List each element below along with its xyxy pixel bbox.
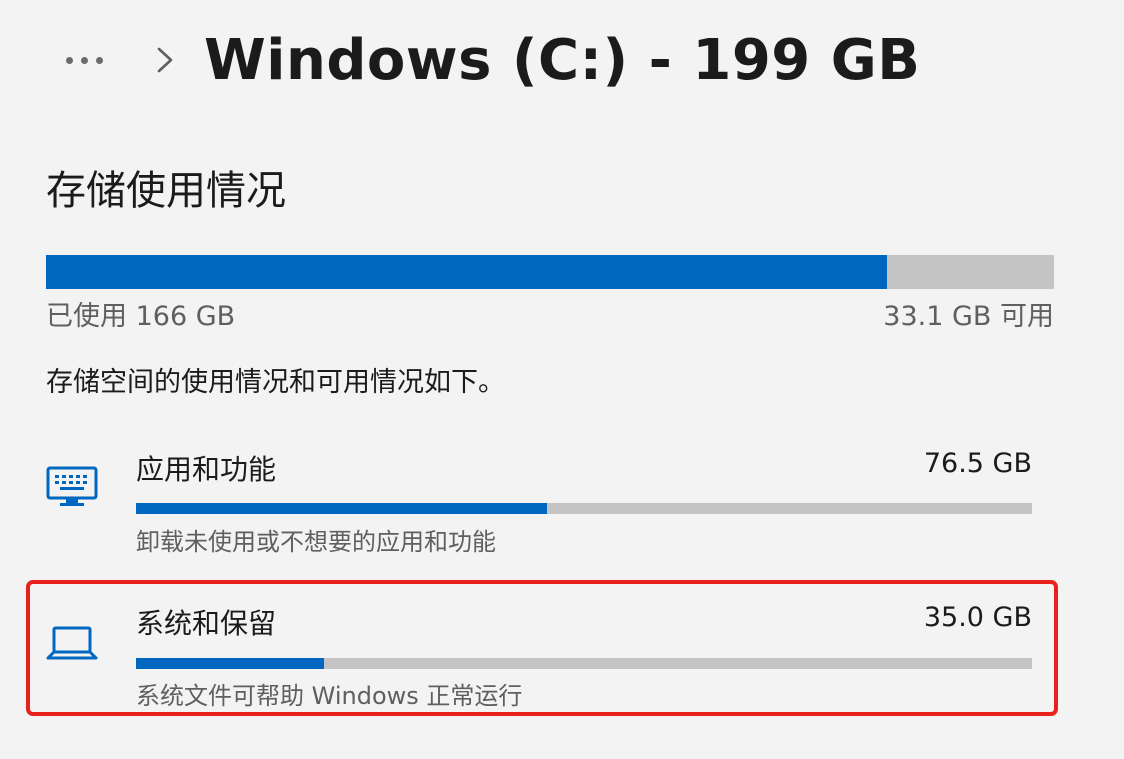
category-usage-fill [136,658,325,669]
dot [65,56,73,64]
category-subtitle: 卸载未使用或不想要的应用和功能 [136,528,496,556]
keyboard-icon [44,464,100,508]
storage-settings-page: Windows (C:) - 199 GB 存储使用情况 已使用 166 GB … [0,0,1124,759]
category-subtitle: 系统文件可帮助 Windows 正常运行 [136,682,523,710]
breadcrumb: Windows (C:) - 199 GB [52,24,920,96]
laptop-icon [44,622,100,666]
category-size: 35.0 GB [923,602,1032,633]
chevron-right-icon [152,40,178,80]
dot [80,56,88,64]
category-name: 系统和保留 [136,607,277,640]
dot [95,56,103,64]
category-usage-fill [136,503,548,514]
storage-usage-bar [46,255,1054,289]
category-apps-features[interactable]: 应用和功能 76.5 GB 卸载未使用或不想要的应用和功能 [30,430,1054,558]
storage-usage-fill [46,255,887,289]
category-system-reserved[interactable]: 系统和保留 35.0 GB 系统文件可帮助 Windows 正常运行 [26,580,1058,716]
category-usage-bar [136,503,1032,514]
more-ellipsis-icon[interactable] [52,40,116,80]
page-title: Windows (C:) - 199 GB [204,27,921,93]
used-space-label: 已使用 166 GB [46,301,236,332]
free-space-label: 33.1 GB 可用 [883,301,1054,332]
category-size: 76.5 GB [923,448,1032,479]
section-heading: 存储使用情况 [46,168,286,214]
category-name: 应用和功能 [136,453,277,486]
storage-description: 存储空间的使用情况和可用情况如下。 [46,367,505,398]
category-usage-bar [136,658,1032,669]
